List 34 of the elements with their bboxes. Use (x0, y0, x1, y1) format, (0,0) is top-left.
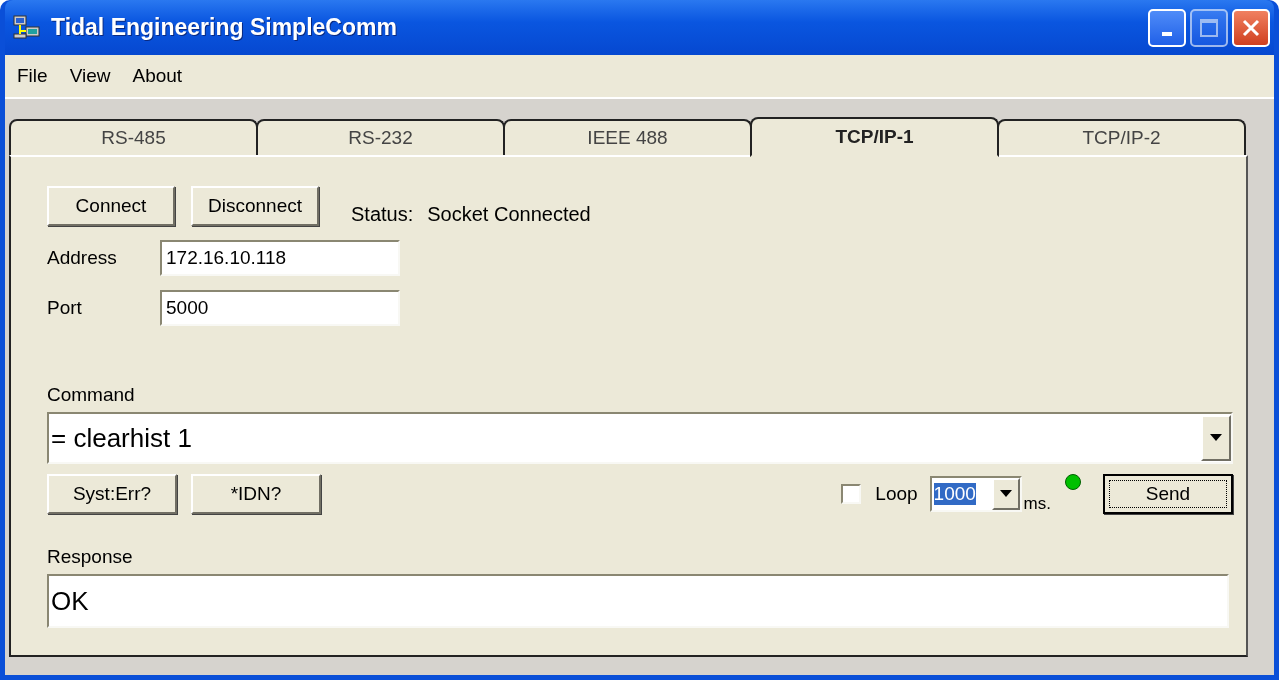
unit-label: ms. (1023, 494, 1051, 514)
command-label: Command (47, 384, 136, 406)
window-title: Tidal Engineering SimpleComm (51, 14, 398, 41)
response-field: OK (47, 574, 1229, 628)
connection-button[interactable]: Connect (47, 185, 175, 226)
send-button[interactable]: Send (1103, 474, 1233, 514)
connection-button[interactable]: Disconnect (191, 185, 319, 226)
menu-item[interactable]: File (17, 65, 48, 87)
tab[interactable]: IEEE 488 (503, 119, 752, 155)
computers-icon (13, 14, 41, 41)
tab[interactable]: TCP/IP-2 (997, 119, 1246, 155)
close-button[interactable] (1232, 8, 1270, 47)
query-button[interactable]: Syst:Err? (47, 474, 177, 514)
input-field[interactable]: 5000 (160, 290, 400, 326)
field-label: Port (47, 297, 83, 319)
menu-item[interactable]: View (69, 65, 111, 87)
minimize-button[interactable] (1148, 8, 1186, 47)
minimize-icon (1162, 31, 1172, 36)
tab[interactable]: RS-485 (9, 119, 258, 155)
tab[interactable]: RS-232 (256, 119, 505, 155)
field-label: Address (47, 247, 118, 269)
loop-checkbox[interactable] (841, 484, 862, 504)
input-field[interactable]: 172.16.10.118 (160, 240, 400, 276)
tab[interactable]: TCP/IP-1 (750, 117, 999, 157)
status-text: Socket Connected (427, 203, 591, 226)
status-label: Status: (351, 203, 414, 226)
query-button[interactable]: *IDN? (191, 474, 321, 514)
maximize-button[interactable] (1190, 8, 1228, 47)
response-label: Response (47, 546, 134, 568)
command-combo-box[interactable]: = clearhist 1 (47, 412, 1233, 464)
interval-combo-box[interactable]: 1000 (929, 476, 1022, 512)
maximize-icon (1198, 16, 1220, 39)
menu-item[interactable]: About (132, 65, 183, 87)
loop-label: Loop (875, 483, 918, 505)
